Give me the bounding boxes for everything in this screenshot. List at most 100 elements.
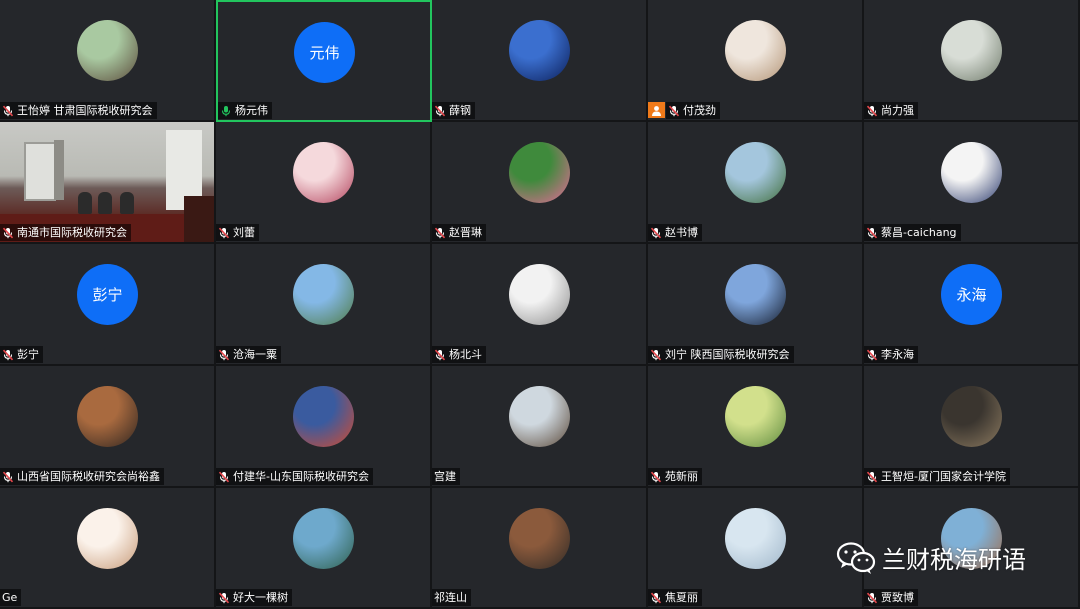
microphone-muted-icon: [2, 227, 14, 239]
microphone-muted-icon: [866, 592, 878, 604]
participant-tile[interactable]: 薛钢: [432, 0, 648, 122]
participant-tile[interactable]: 赵晋琳: [432, 122, 648, 244]
participant-name: 祁连山: [434, 591, 467, 604]
avatar: [509, 142, 570, 203]
participant-name: 贾致博: [881, 591, 914, 604]
participant-tile[interactable]: 祁连山: [432, 488, 648, 609]
avatar: [941, 20, 1002, 81]
microphone-muted-icon: [2, 105, 14, 117]
avatar: [725, 508, 786, 569]
participant-name: 沧海一粟: [233, 348, 277, 361]
participant-tile[interactable]: 刘蕾: [216, 122, 432, 244]
avatar: [77, 386, 138, 447]
participant-tile[interactable]: 赵书博: [648, 122, 864, 244]
participant-name: 刘宁 陕西国际税收研究会: [665, 348, 790, 361]
participant-name-tag: 沧海一粟: [216, 346, 281, 363]
participant-tile[interactable]: 付茂劲: [648, 0, 864, 122]
avatar: [293, 142, 354, 203]
participant-name: 付建华-山东国际税收研究会: [233, 470, 369, 483]
participant-name: 刘蕾: [233, 226, 255, 239]
microphone-muted-icon: [2, 471, 14, 483]
microphone-muted-icon: [866, 471, 878, 483]
participant-name: 宫建: [434, 470, 456, 483]
participant-tile[interactable]: 刘宁 陕西国际税收研究会: [648, 244, 864, 366]
participant-name-tag: 赵书博: [648, 224, 702, 241]
participant-tile[interactable]: 苑新丽: [648, 366, 864, 488]
participant-tile[interactable]: 杨北斗: [432, 244, 648, 366]
avatar: 彭宁: [77, 264, 138, 325]
participant-name-tag: 付茂劲: [666, 102, 720, 119]
participant-tile[interactable]: Ge: [0, 488, 216, 609]
participant-name-tag: 彭宁: [0, 346, 43, 363]
microphone-muted-icon: [866, 349, 878, 361]
participant-tile[interactable]: 付建华-山东国际税收研究会: [216, 366, 432, 488]
microphone-muted-icon: [218, 349, 230, 361]
microphone-muted-icon: [218, 227, 230, 239]
participant-name-tag: 刘宁 陕西国际税收研究会: [648, 346, 794, 363]
microphone-muted-icon: [650, 349, 662, 361]
participant-name: 薛钢: [449, 104, 471, 117]
participant-name: 尚力强: [881, 104, 914, 117]
avatar: [77, 20, 138, 81]
participant-tile[interactable]: 蔡昌-caichang: [864, 122, 1080, 244]
avatar: [509, 20, 570, 81]
avatar: [941, 386, 1002, 447]
microphone-muted-icon: [668, 105, 680, 117]
participant-name: 苑新丽: [665, 470, 698, 483]
participant-name: 焦夏丽: [665, 591, 698, 604]
avatar: [509, 386, 570, 447]
participant-name-tag: 贾致博: [864, 589, 918, 606]
participant-name-tag: 杨元伟: [218, 102, 272, 119]
participant-tile[interactable]: 王智烜-厦门国家会计学院: [864, 366, 1080, 488]
participant-tile[interactable]: 南通市国际税收研究会: [0, 122, 216, 244]
participant-tile[interactable]: 永海李永海: [864, 244, 1080, 366]
participant-name-tag: 薛钢: [432, 102, 475, 119]
participant-tile[interactable]: 山西省国际税收研究会尚裕鑫: [0, 366, 216, 488]
microphone-muted-icon: [866, 227, 878, 239]
participant-name-tag: 山西省国际税收研究会尚裕鑫: [0, 468, 164, 485]
microphone-muted-icon: [650, 471, 662, 483]
avatar: 永海: [941, 264, 1002, 325]
participant-name: 山西省国际税收研究会尚裕鑫: [17, 470, 160, 483]
microphone-muted-icon: [650, 592, 662, 604]
participant-name: 好大一棵树: [233, 591, 288, 604]
participant-name-tag: 尚力强: [864, 102, 918, 119]
participant-name-tag: 杨北斗: [432, 346, 486, 363]
microphone-icon: [220, 105, 232, 117]
profile-icon: [648, 102, 665, 118]
participant-name-tag: 赵晋琳: [432, 224, 486, 241]
participant-grid: 王怡婷 甘肃国际税收研究会 元伟 杨元伟 薛钢 付茂劲 尚力强 南通市国际税收研究会 刘蕾 赵晋…: [0, 0, 1080, 609]
avatar: [725, 20, 786, 81]
participant-tile[interactable]: 尚力强: [864, 0, 1080, 122]
avatar: [509, 264, 570, 325]
avatar: 元伟: [294, 22, 355, 83]
participant-tile[interactable]: 彭宁 彭宁: [0, 244, 216, 366]
participant-name: 付茂劲: [683, 104, 716, 117]
avatar: [941, 142, 1002, 203]
avatar: [293, 386, 354, 447]
participant-name-tag: 祁连山: [432, 589, 471, 606]
participant-tile[interactable]: 沧海一粟: [216, 244, 432, 366]
participant-tile[interactable]: 焦夏丽: [648, 488, 864, 609]
participant-tile[interactable]: 元伟杨元伟: [216, 0, 432, 122]
avatar: [77, 508, 138, 569]
participant-name-tag: 李永海: [864, 346, 918, 363]
participant-name: 南通市国际税收研究会: [17, 226, 127, 239]
participant-name-tag: 宫建: [432, 468, 460, 485]
participant-tile[interactable]: 宫建: [432, 366, 648, 488]
wechat-icon: [836, 541, 876, 574]
participant-name-tag: 王怡婷 甘肃国际税收研究会: [0, 102, 157, 119]
participant-tile[interactable]: 王怡婷 甘肃国际税收研究会: [0, 0, 216, 122]
participant-tile[interactable]: 好大一棵树: [216, 488, 432, 609]
avatar: [725, 142, 786, 203]
participant-name-tag: 苑新丽: [648, 468, 702, 485]
microphone-muted-icon: [434, 105, 446, 117]
microphone-muted-icon: [650, 227, 662, 239]
avatar: [725, 386, 786, 447]
participant-name-tag: 焦夏丽: [648, 589, 702, 606]
participant-name: 彭宁: [17, 348, 39, 361]
participant-name-tag: 付建华-山东国际税收研究会: [216, 468, 373, 485]
participant-name: 赵晋琳: [449, 226, 482, 239]
participant-name: 王智烜-厦门国家会计学院: [881, 470, 1006, 483]
participant-name-tag: 刘蕾: [216, 224, 259, 241]
